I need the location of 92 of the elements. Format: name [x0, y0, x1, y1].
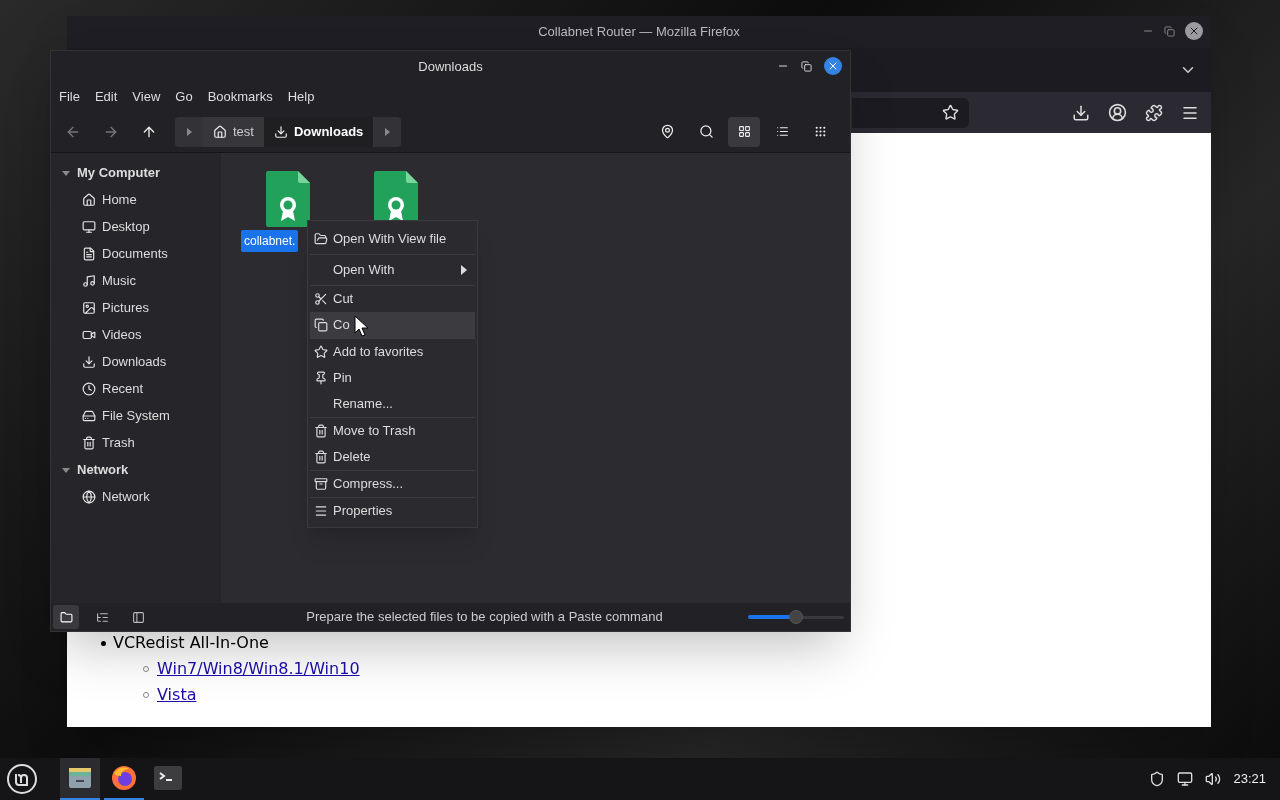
- sidebar-item-label: Documents: [102, 244, 168, 263]
- volume-icon[interactable]: [1205, 771, 1222, 787]
- sidebar-item-label: Home: [102, 190, 137, 209]
- menu-item[interactable]: Cut: [310, 286, 475, 312]
- menu-item[interactable]: Delete: [310, 444, 475, 470]
- menu-item[interactable]: Rename...: [310, 391, 475, 417]
- archive-icon: [314, 477, 328, 491]
- sidebar-item-label: Downloads: [102, 352, 167, 371]
- menu-item[interactable]: Properties: [310, 498, 475, 524]
- restore-icon[interactable]: [1164, 25, 1175, 37]
- submenu-arrow-icon: [461, 265, 467, 275]
- document-icon: [82, 246, 96, 261]
- sidebar-item-label: Music: [102, 271, 136, 290]
- folder-icon: [59, 610, 73, 624]
- window-title: Downloads: [418, 58, 483, 77]
- left-caret-icon[interactable]: [184, 126, 194, 137]
- download-link[interactable]: Vista: [157, 683, 197, 707]
- star-icon: [314, 345, 328, 359]
- clock-icon: [82, 381, 96, 396]
- dots-grid-icon: [813, 125, 827, 138]
- restore-icon[interactable]: [801, 60, 812, 72]
- trash-icon: [82, 435, 96, 450]
- sidebar-item-label: Network: [102, 487, 150, 506]
- hard-drive-icon: [82, 408, 96, 423]
- sidebar-item-label: Desktop: [102, 217, 150, 236]
- network-icon[interactable]: [1177, 771, 1194, 787]
- shield-icon[interactable]: [1149, 771, 1166, 787]
- scissors-icon: [314, 292, 328, 306]
- list-icon: [314, 504, 328, 518]
- menu-item[interactable]: Help: [287, 87, 315, 107]
- file-manager-icon[interactable]: [60, 758, 100, 800]
- search-icon[interactable]: [699, 124, 714, 139]
- bookmark-star-icon[interactable]: [942, 104, 959, 121]
- close-icon[interactable]: [824, 57, 842, 75]
- sidebar-section-title[interactable]: Network: [77, 459, 129, 480]
- sidebar-item-label: File System: [102, 406, 170, 425]
- menu-item[interactable]: Open With View file: [310, 224, 475, 254]
- list-heading: VCRedist All-In-One: [113, 632, 269, 654]
- breadcrumb-right-button[interactable]: [373, 116, 402, 147]
- globe-icon: [82, 489, 96, 504]
- extensions-icon[interactable]: [1145, 103, 1163, 122]
- file-name[interactable]: collabnet.: [241, 230, 299, 252]
- view-mode-button[interactable]: [728, 116, 760, 147]
- menu-item[interactable]: Open With: [310, 255, 475, 285]
- menu-item[interactable]: Co: [310, 312, 475, 338]
- mouse-pointer-icon: [354, 315, 370, 337]
- account-icon[interactable]: [1108, 103, 1127, 122]
- certificate-file-icon: [266, 171, 310, 227]
- breadcrumb-button[interactable]: Downloads: [263, 116, 374, 147]
- status-text: Prepare the selected files to be copied with a Paste command: [305, 608, 664, 627]
- menu-item[interactable]: Go: [175, 87, 193, 107]
- menu-item[interactable]: View: [132, 87, 161, 107]
- trash-icon: [314, 450, 328, 464]
- folder-icon: [314, 232, 328, 246]
- sidebar-item-label: Recent: [102, 379, 144, 398]
- menu-item[interactable]: Move to Trash: [310, 418, 475, 444]
- menu-item[interactable]: Compress...: [310, 471, 475, 497]
- zoom-slider[interactable]: [748, 609, 844, 625]
- window-title: Collabnet Router — Mozilla Firefox: [538, 23, 740, 42]
- address-field[interactable]: [852, 97, 969, 128]
- download-icon: [273, 124, 288, 139]
- location-icon[interactable]: [660, 124, 675, 139]
- sidebar-icon: [131, 610, 145, 624]
- menu-item[interactable]: Edit: [94, 87, 118, 107]
- breadcrumb-left-button[interactable]: [175, 116, 203, 147]
- close-icon[interactable]: [1185, 22, 1203, 40]
- download-icon: [82, 354, 96, 369]
- image-icon: [82, 300, 96, 315]
- menu-item[interactable]: File: [59, 87, 80, 107]
- grid-icon: [737, 125, 751, 138]
- breadcrumb-button[interactable]: test: [203, 116, 264, 147]
- sidebar-item-label: Pictures: [102, 298, 149, 317]
- sidebar-section-title[interactable]: My Computer: [77, 162, 161, 183]
- menu-item[interactable]: Bookmarks: [207, 87, 273, 107]
- download-icon[interactable]: [1072, 103, 1090, 122]
- music-note-icon: [82, 273, 96, 288]
- tree-icon: [95, 610, 109, 624]
- monitor-icon: [82, 219, 96, 234]
- menu-item[interactable]: Pin: [310, 365, 475, 391]
- list-icon: [775, 125, 789, 138]
- sidebar-item-label: Videos: [102, 325, 142, 344]
- download-link[interactable]: Win7/Win8/Win8.1/Win10: [157, 657, 360, 681]
- menu-item[interactable]: Add to favorites: [310, 339, 475, 365]
- trash-icon: [314, 424, 328, 438]
- clock[interactable]: 23:21: [1233, 769, 1266, 789]
- pane-toggle-button[interactable]: [53, 605, 79, 629]
- pin-icon: [314, 371, 328, 385]
- home-icon: [213, 124, 227, 139]
- start-menu-icon[interactable]: [6, 763, 38, 795]
- copy-icon: [314, 318, 328, 332]
- home-icon: [82, 192, 96, 207]
- sidebar-item-label: Trash: [102, 433, 135, 452]
